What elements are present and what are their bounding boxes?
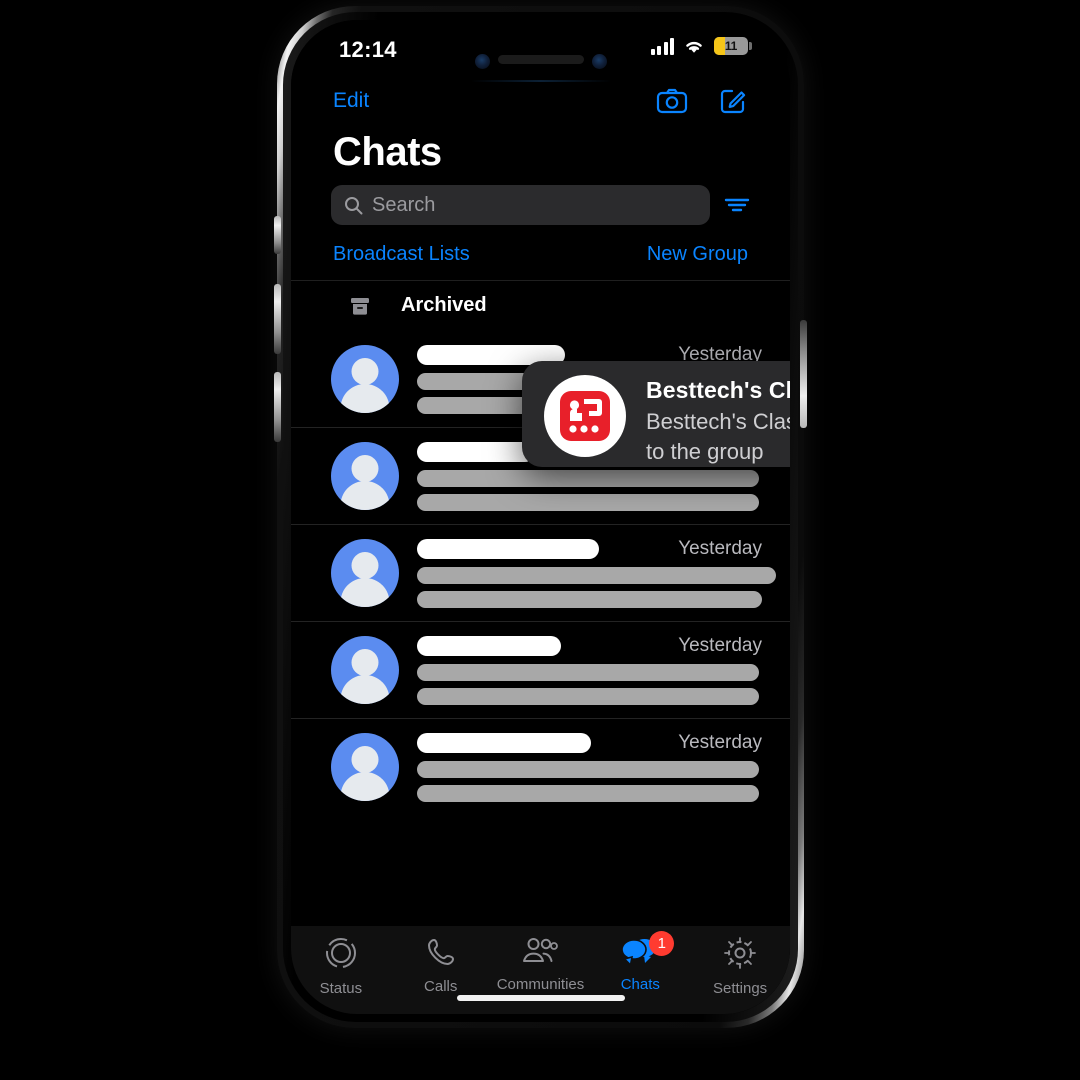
archived-row[interactable]: Archived [291,281,790,330]
search-icon [345,196,363,214]
chat-name-redacted [417,732,591,753]
phone-icon [425,936,457,973]
chat-row-body: Yesterday [417,732,762,802]
earpiece-speaker [497,55,584,64]
chat-name-redacted [417,635,561,656]
avatar [331,344,399,413]
status-rings-icon [324,936,358,975]
avatar-head [351,551,379,579]
chat-preview-line-2 [417,784,759,802]
status-time: 12:14 [339,37,397,62]
communities-icon [521,936,559,971]
battery-fill [714,37,725,55]
tab-label: Chats [620,976,660,993]
quick-actions-row: Broadcast Lists New Group [291,225,790,281]
battery-percent: 11 [724,39,738,53]
archive-box-icon [351,297,369,315]
front-camera-icon [591,54,607,69]
tab-communities[interactable]: Communities [491,936,591,993]
besttech-logo-icon [560,391,610,441]
nav-actions [656,86,748,116]
tab-calls[interactable]: Calls [391,936,491,995]
volume-up-button[interactable] [274,284,281,354]
tab-label: Status [319,980,363,997]
screenshot-root: 12:14 11 Edit Chats Search Broadcast Lis… [0,0,1080,1080]
chat-row[interactable]: Yesterday [291,621,790,718]
volume-down-button[interactable] [274,372,281,442]
camera-icon[interactable] [656,87,688,115]
wifi-icon [686,41,702,53]
chat-name-redacted [417,441,535,462]
chat-preview-line-1 [417,469,759,487]
chat-preview-line-1 [417,566,776,584]
chat-preview-line-1 [417,663,759,681]
avatar [331,635,399,704]
chat-row-body: Yesterday [417,635,762,705]
avatar [331,538,399,607]
chat-timestamp: Yesterday [678,731,762,753]
search-input[interactable]: Search [331,185,710,225]
tab-settings[interactable]: Settings [690,936,790,997]
chat-timestamp: Yesterday [678,634,762,656]
notch-glow [470,80,611,82]
nav-bar: Edit [291,76,790,126]
tab-label: Settings [712,980,768,997]
sensor-dot-left [474,54,490,69]
chat-row-top: Yesterday [417,538,762,560]
tab-label: Calls [424,978,458,995]
mute-switch[interactable] [274,216,281,254]
avatar [331,732,399,801]
notification-content: Besttech's Classroom 8:00 AM Besttech's … [646,375,790,468]
avatar [331,441,399,510]
avatar-head [351,648,379,676]
chat-row[interactable]: Yesterday [291,524,790,621]
home-indicator[interactable] [456,995,625,1001]
notification-body: Besttech's Classroom added you to the gr… [646,409,790,465]
phone-screen: 12:14 11 Edit Chats Search Broadcast Lis… [291,20,790,1014]
avatar-body [340,674,390,704]
avatar-body [340,577,390,607]
status-indicators: 11 [650,37,752,55]
tab-badge: 1 [649,931,675,956]
chat-name-redacted [417,538,599,559]
filter-icon[interactable] [724,196,750,214]
gear-icon [723,936,757,975]
search-placeholder: Search [372,193,436,216]
compose-icon[interactable] [718,86,748,116]
battery-icon: 11 [714,37,752,55]
chat-preview-line-2 [417,687,759,705]
avatar-body [340,383,390,413]
search-row: Search [291,185,790,225]
notification-app-icon [544,375,626,457]
page-title: Chats [333,130,442,174]
edit-button[interactable]: Edit [333,89,369,113]
avatar-body [340,480,390,510]
tab-chats[interactable]: Chats 1 [590,931,690,993]
chat-timestamp: Yesterday [678,537,762,559]
new-group-button[interactable]: New Group [647,243,748,266]
archived-label: Archived [401,294,487,316]
avatar-body [340,771,390,801]
tab-label: Communities [496,976,585,993]
chat-row[interactable]: Yesterday [291,718,790,815]
notch [436,40,645,82]
notification-title: Besttech's Classroom [646,377,790,403]
broadcast-lists-button[interactable]: Broadcast Lists [333,243,470,266]
chat-preview-line-1 [417,760,759,778]
cellular-bars-icon [650,37,674,55]
whatsapp-chats-screen: Edit Chats Search Broadcast Lists New Gr… [291,20,790,1014]
avatar-head [351,745,379,773]
notification-header: Besttech's Classroom 8:00 AM [646,377,790,404]
chat-preview-line-2 [417,493,759,511]
power-button[interactable] [800,320,807,428]
notification-banner[interactable]: Besttech's Classroom 8:00 AM Besttech's … [522,361,790,467]
chat-row-body: Yesterday [417,538,776,608]
chat-row-top: Yesterday [417,635,762,657]
tab-status[interactable]: Status [291,936,391,997]
chat-row-top: Yesterday [417,732,762,754]
chat-preview-line-2 [417,590,762,608]
avatar-head [351,357,379,385]
avatar-head [351,454,379,482]
